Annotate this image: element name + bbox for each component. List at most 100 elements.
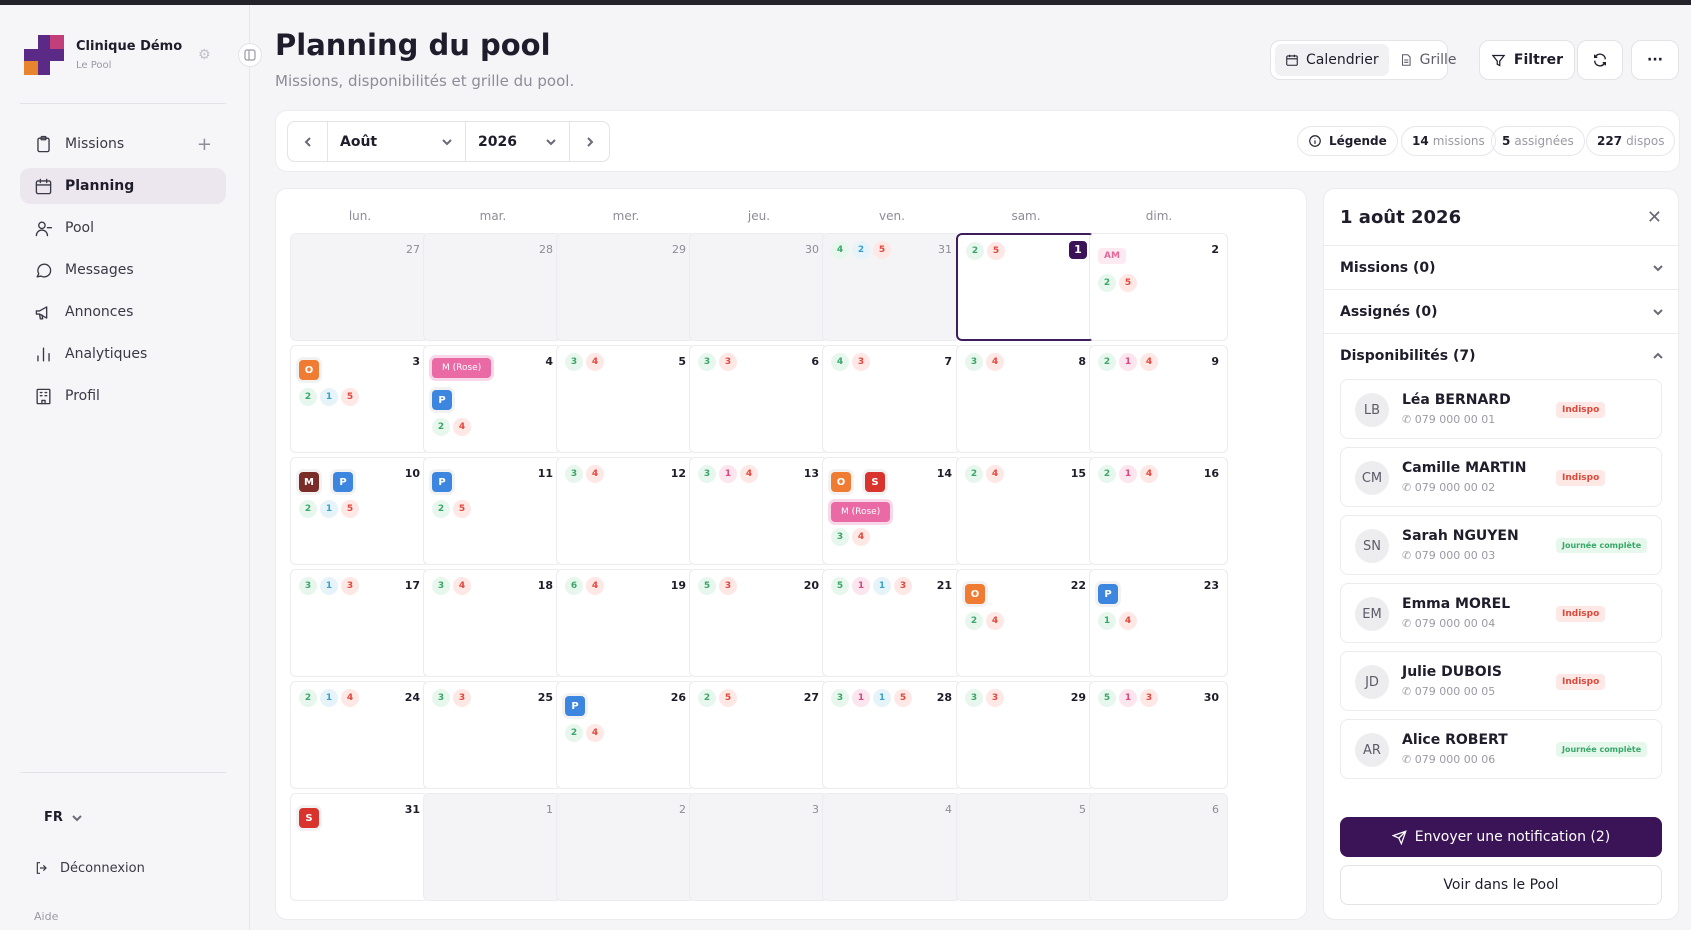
calendar-day-cell[interactable]: 4 xyxy=(822,793,961,901)
calendar-day-cell[interactable]: 22 O 2 4 xyxy=(956,569,1095,677)
calendar-day-cell[interactable]: 30 xyxy=(689,233,828,341)
calendar-day-cell[interactable]: 12 3 4 xyxy=(556,457,695,565)
calendar-icon xyxy=(35,178,52,194)
mission-chip[interactable]: S xyxy=(299,808,319,828)
mission-chip[interactable]: P xyxy=(333,472,353,492)
calendar-day-cell[interactable]: 9 214 xyxy=(1089,345,1228,453)
language-selector[interactable]: FR xyxy=(44,810,83,825)
help-link[interactable]: Aide xyxy=(34,910,58,923)
calendar-day-cell[interactable]: 29 xyxy=(556,233,695,341)
more-button[interactable]: ··· xyxy=(1631,40,1679,80)
calendar-day-cell[interactable]: 18 3 4 xyxy=(423,569,562,677)
availability-card[interactable]: EM Emma MOREL ✆ 079 000 00 04 Indispo xyxy=(1340,583,1662,643)
calendar-day-cell[interactable]: 2 xyxy=(556,793,695,901)
calendar-day-cell[interactable]: 30 5 1 3 xyxy=(1089,681,1228,789)
calendar-day-cell[interactable]: 11 P 2 5 xyxy=(423,457,562,565)
count-badge: 3 xyxy=(341,577,359,595)
view-calendar-button[interactable]: Calendrier xyxy=(1275,44,1389,76)
count-badge: 5 xyxy=(1119,274,1137,292)
calendar-day-cell[interactable]: 20 5 3 xyxy=(689,569,828,677)
calendar-day-cell[interactable]: 29 3 3 xyxy=(956,681,1095,789)
sidebar-item-analytiques[interactable]: Analytiques xyxy=(20,336,226,372)
calendar-day-cell[interactable]: 27 xyxy=(290,233,429,341)
sidebar-item-profil[interactable]: Profil xyxy=(20,378,226,414)
calendar-day-cell[interactable]: 6 xyxy=(1089,793,1228,901)
sidebar-item-missions[interactable]: Missions + xyxy=(20,126,226,162)
calendar-day-cell[interactable]: 5 xyxy=(956,793,1095,901)
calendar-day-cell[interactable]: 24 2 1 4 xyxy=(290,681,429,789)
view-grid-button[interactable]: Grille xyxy=(1389,44,1467,76)
calendar-day-cell[interactable]: 1 xyxy=(423,793,562,901)
calendar-day-cell[interactable]: 23 P 1 4 xyxy=(1089,569,1228,677)
close-icon[interactable]: ✕ xyxy=(1647,207,1662,228)
phone-number: 079 000 00 02 xyxy=(1414,481,1496,494)
accordion-assigned[interactable]: Assignés (0) xyxy=(1324,289,1680,333)
refresh-button[interactable] xyxy=(1577,40,1623,80)
calendar-day-cell[interactable]: 26 P 2 4 xyxy=(556,681,695,789)
sidebar-collapse-button[interactable] xyxy=(238,43,262,67)
next-month-button[interactable] xyxy=(570,122,609,161)
mission-chip[interactable]: S xyxy=(865,472,885,492)
send-notification-button[interactable]: Envoyer une notification (2) xyxy=(1340,817,1662,857)
calendar-day-cell[interactable]: 25 3 3 xyxy=(423,681,562,789)
logout-link[interactable]: Déconnexion xyxy=(34,860,145,876)
calendar-day-cell[interactable]: 3 O 215 xyxy=(290,345,429,453)
month-select[interactable]: Août xyxy=(328,122,466,161)
calendar-day-cell[interactable]: 4M (Rose) P 2 4 xyxy=(423,345,562,453)
mission-tag[interactable]: M (Rose) xyxy=(831,502,891,522)
prev-month-button[interactable] xyxy=(288,122,328,161)
calendar-day-cell[interactable]: 5 34 xyxy=(556,345,695,453)
accordion-missions[interactable]: Missions (0) xyxy=(1324,245,1680,289)
mission-chip[interactable]: P xyxy=(565,696,585,716)
mission-chip[interactable]: O xyxy=(965,584,985,604)
calendar-day-cell[interactable]: 16 2 1 4 xyxy=(1089,457,1228,565)
add-mission-icon[interactable]: + xyxy=(197,134,212,155)
calendar-day-cell[interactable]: 6 33 xyxy=(689,345,828,453)
calendar-day-cell[interactable]: 3 xyxy=(689,793,828,901)
calendar-day-cell[interactable]: 28 3 1 1 5 xyxy=(822,681,961,789)
day-number: 6 xyxy=(1212,803,1219,816)
accordion-availabilities[interactable]: Disponibilités (7) xyxy=(1324,333,1680,377)
filter-button[interactable]: Filtrer xyxy=(1479,40,1575,80)
mission-chip[interactable]: O xyxy=(299,360,319,380)
mission-chip[interactable]: M xyxy=(299,472,319,492)
clipboard-icon xyxy=(37,135,50,152)
availability-card[interactable]: LB Léa BERNARD ✆ 079 000 00 01 Indispo xyxy=(1340,379,1662,439)
mission-tag[interactable]: M (Rose) xyxy=(432,358,492,378)
mission-chip[interactable]: O xyxy=(831,472,851,492)
calendar-day-cell[interactable]: 7 43 xyxy=(822,345,961,453)
count-badge: 5 xyxy=(453,500,471,518)
mission-chip[interactable]: P xyxy=(1098,584,1118,604)
count-badge: 4 xyxy=(831,241,849,259)
calendar-day-cell[interactable]: 8 34 xyxy=(956,345,1095,453)
mission-chip[interactable]: P xyxy=(432,472,452,492)
gear-icon[interactable]: ⚙ xyxy=(198,47,211,63)
year-value: 2026 xyxy=(478,133,517,150)
legend-button[interactable]: Légende xyxy=(1297,126,1398,156)
calendar-day-cell[interactable]: 14 O S M (Rose) 3 4 xyxy=(822,457,961,565)
calendar-day-cell[interactable]: 31 S xyxy=(290,793,429,901)
calendar-day-cell[interactable]: 17 3 1 3 xyxy=(290,569,429,677)
calendar-day-cell[interactable]: 28 xyxy=(423,233,562,341)
calendar-day-cell[interactable]: 19 6 4 xyxy=(556,569,695,677)
calendar-day-cell[interactable]: 13 3 1 4 xyxy=(689,457,828,565)
availability-card[interactable]: SN Sarah NGUYEN ✆ 079 000 00 03 Journée com… xyxy=(1340,515,1662,575)
calendar-day-cell[interactable]: 10 M P 2 1 5 xyxy=(290,457,429,565)
calendar-day-cell[interactable]: 31 4 2 5 xyxy=(822,233,961,341)
calendar-day-cell[interactable]: 27 2 5 xyxy=(689,681,828,789)
availability-card[interactable]: AR Alice ROBERT ✆ 079 000 00 06 Journée com… xyxy=(1340,719,1662,779)
sidebar-item-annonces[interactable]: Annonces xyxy=(20,294,226,330)
calendar-day-cell[interactable]: 1 25 xyxy=(956,233,1095,341)
year-select[interactable]: 2026 xyxy=(466,122,570,161)
availability-card[interactable]: CM Camille MARTIN ✆ 079 000 00 02 Indispo xyxy=(1340,447,1662,507)
calendar-day-cell[interactable]: 15 2 4 xyxy=(956,457,1095,565)
brand[interactable]: Clinique Démo Le Pool xyxy=(24,35,182,75)
calendar-day-cell[interactable]: 2 AM 2 5 xyxy=(1089,233,1228,341)
sidebar-item-pool[interactable]: Pool xyxy=(20,210,226,246)
availability-card[interactable]: JD Julie DUBOIS ✆ 079 000 00 05 Indispo xyxy=(1340,651,1662,711)
sidebar-item-planning[interactable]: Planning xyxy=(20,168,226,204)
view-in-pool-button[interactable]: Voir dans le Pool xyxy=(1340,865,1662,905)
sidebar-item-messages[interactable]: Messages xyxy=(20,252,226,288)
mission-chip[interactable]: P xyxy=(432,390,452,410)
calendar-day-cell[interactable]: 21 5 1 1 3 xyxy=(822,569,961,677)
